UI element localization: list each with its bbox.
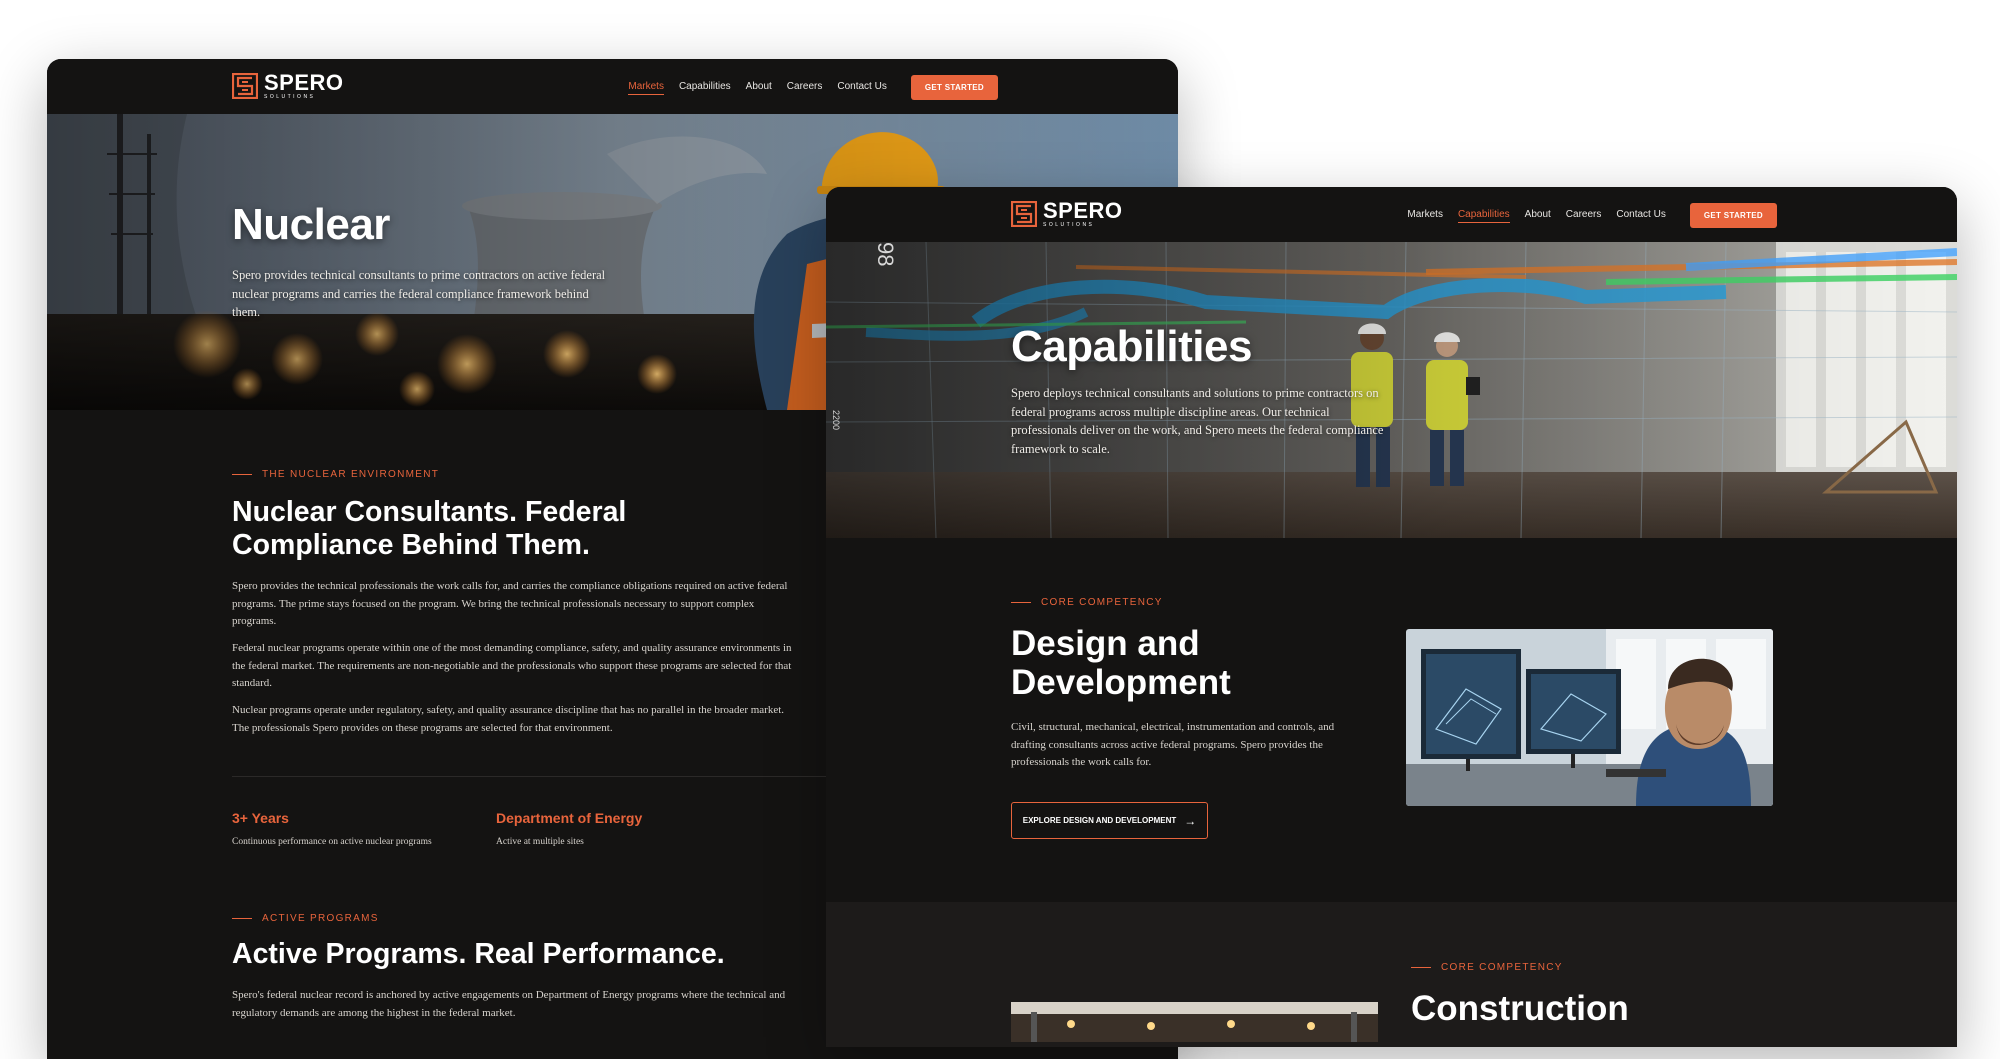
design-heading: Design and Development (1011, 624, 1231, 702)
stat-doe-subtitle: Active at multiple sites (496, 837, 584, 847)
nav-about[interactable]: About (746, 81, 772, 94)
spero-logo[interactable]: SPERO SOLUTIONS (232, 70, 344, 100)
nav-markets[interactable]: Markets (628, 81, 664, 95)
capabilities-page-window: SPERO SOLUTIONS Markets Capabilities Abo… (826, 187, 1957, 1047)
brand-name: SPERO (264, 70, 344, 95)
get-started-button[interactable]: GET STARTED (1689, 203, 1777, 228)
construction-eyebrow: CORE COMPETENCY (1411, 962, 1563, 973)
nuclear-hero-text: Spero provides technical consultants to … (232, 268, 606, 319)
eyebrow-text: CORE COMPETENCY (1041, 597, 1163, 608)
nuclear-environment-eyebrow: THE NUCLEAR ENVIRONMENT (232, 469, 439, 480)
heading-line-1: Nuclear Consultants. Federal (232, 496, 627, 528)
brand-tagline: SOLUTIONS (1043, 222, 1095, 228)
nuclear-environment-heading: Nuclear Consultants. Federal Compliance … (232, 496, 626, 562)
get-started-button[interactable]: GET STARTED (910, 75, 998, 100)
capabilities-hero: 98 2200 Capabilities Spero deploys techn… (826, 242, 1957, 538)
eyebrow-line (1411, 967, 1431, 968)
construction-image (1011, 1002, 1378, 1042)
explore-design-label: EXPLORE DESIGN AND DEVELOPMENT (1022, 816, 1177, 825)
nav-careers[interactable]: Careers (787, 81, 823, 94)
eyebrow-text: CORE COMPETENCY (1441, 962, 1563, 973)
brand-name: SPERO (1043, 198, 1123, 223)
nav-links: Markets Capabilities About Careers Conta… (613, 75, 998, 100)
eyebrow-line (1011, 602, 1031, 603)
hero-overlay-number-2200: 2200 (831, 410, 841, 431)
stat-doe-title: Department of Energy (496, 810, 643, 826)
capabilities-hero-title: Capabilities (1011, 322, 1252, 371)
spero-logo[interactable]: SPERO SOLUTIONS (1011, 198, 1123, 228)
nuclear-paragraph-2: Federal nuclear programs operate within … (232, 642, 792, 689)
top-navigation: SPERO SOLUTIONS Markets Capabilities Abo… (47, 59, 1178, 114)
nav-contact-us[interactable]: Contact Us (837, 81, 886, 94)
construction-heading: Construction (1411, 989, 1629, 1028)
arrow-right-icon: → (1184, 813, 1197, 828)
design-text: Civil, structural, mechanical, electrica… (1011, 721, 1335, 768)
spero-logo-mark-icon (232, 73, 258, 99)
heading-line-1: Design and (1011, 624, 1200, 663)
nav-capabilities[interactable]: Capabilities (679, 81, 731, 94)
active-programs-eyebrow: ACTIVE PROGRAMS (232, 913, 379, 924)
explore-design-button[interactable]: EXPLORE DESIGN AND DEVELOPMENT → (1011, 802, 1208, 839)
stat-years-subtitle: Continuous performance on active nuclear… (232, 837, 432, 847)
section-divider (232, 776, 832, 777)
spero-logo-mark-icon (1011, 201, 1037, 227)
nav-capabilities[interactable]: Capabilities (1457, 209, 1510, 223)
nav-markets[interactable]: Markets (1407, 209, 1443, 222)
active-programs-heading: Active Programs. Real Performance. (232, 938, 725, 970)
top-navigation: SPERO SOLUTIONS Markets Capabilities Abo… (826, 187, 1957, 242)
eyebrow-line (232, 918, 252, 919)
stat-years-title: 3+ Years (232, 810, 289, 826)
hero-overlay-number-98: 98 (873, 242, 898, 267)
nuclear-paragraph-1: Spero provides the technical professiona… (232, 580, 788, 627)
nav-careers[interactable]: Careers (1566, 209, 1602, 222)
heading-line-2: Development (1011, 663, 1231, 702)
eyebrow-text: ACTIVE PROGRAMS (262, 913, 379, 924)
nuclear-hero-title: Nuclear (232, 200, 390, 249)
nav-about[interactable]: About (1525, 209, 1551, 222)
brand-tagline: SOLUTIONS (264, 94, 316, 100)
nuclear-paragraph-3: Nuclear programs operate under regulator… (232, 704, 785, 734)
capabilities-hero-text: Spero deploys technical consultants and … (1011, 386, 1384, 456)
design-engineer-image (1406, 629, 1773, 806)
nav-links: Markets Capabilities About Careers Conta… (1392, 203, 1777, 228)
heading-line-2: Compliance Behind Them. (232, 529, 590, 561)
design-eyebrow: CORE COMPETENCY (1011, 597, 1163, 608)
nav-contact-us[interactable]: Contact Us (1616, 209, 1665, 222)
eyebrow-text: THE NUCLEAR ENVIRONMENT (262, 469, 440, 480)
active-programs-text: Spero's federal nuclear record is anchor… (232, 989, 786, 1019)
construction-section: CORE COMPETENCY Construction (826, 902, 1957, 1047)
eyebrow-line (232, 474, 252, 475)
